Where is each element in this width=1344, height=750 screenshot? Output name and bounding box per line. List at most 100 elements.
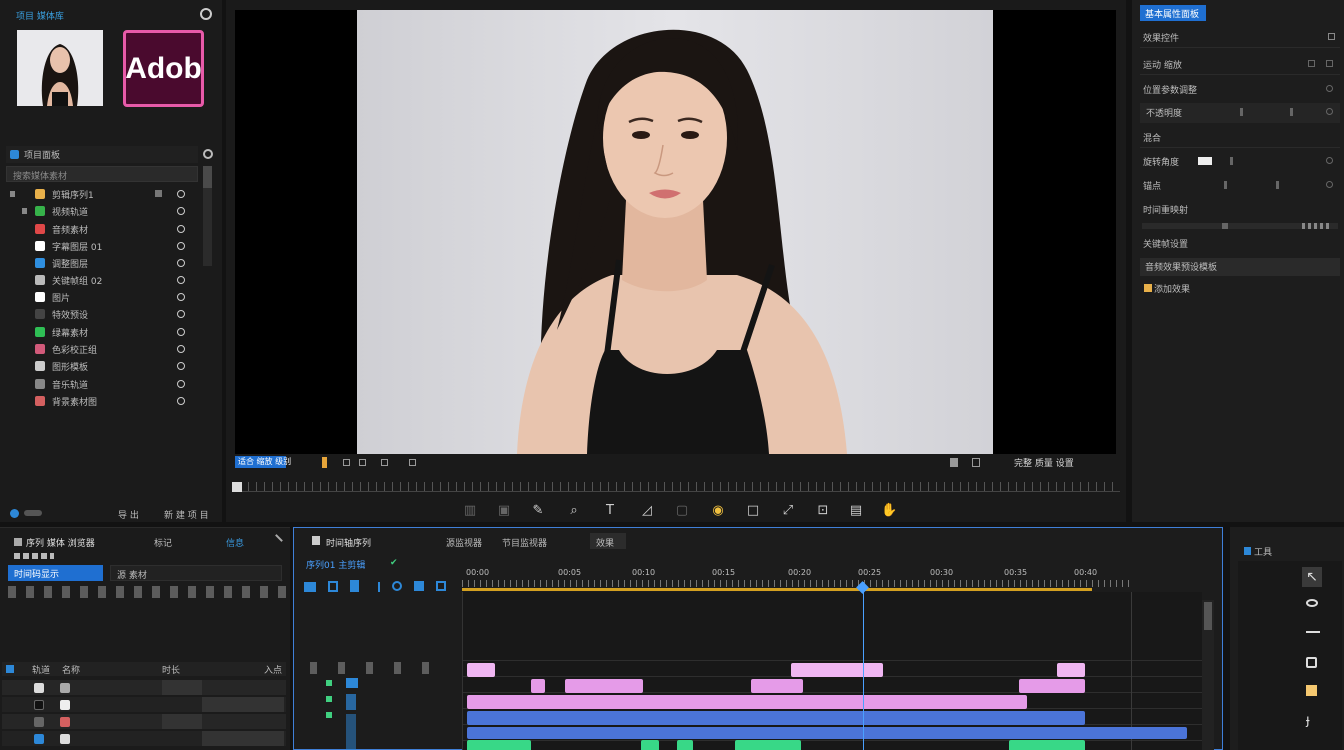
timeline-clip[interactable] [641, 740, 659, 750]
reset-icon[interactable] [1308, 60, 1315, 67]
inspector-row[interactable]: 旋转角度 [1140, 152, 1340, 172]
value-marker-icon[interactable] [1230, 157, 1233, 165]
project-item[interactable]: 色彩校正组 [0, 341, 200, 358]
visibility-icon[interactable] [177, 259, 185, 267]
timeline-clip[interactable] [735, 740, 801, 750]
export-button[interactable]: 导 出 [118, 508, 139, 521]
captions-icon[interactable] [392, 581, 402, 591]
panel-close-icon[interactable] [270, 534, 283, 547]
bin-settings-icon[interactable] [203, 149, 213, 159]
razor-tool-icon[interactable] [1306, 631, 1320, 633]
pen-icon[interactable]: ✎ [530, 503, 546, 519]
inspector-row[interactable]: 混合 [1140, 128, 1340, 148]
type-tool-icon[interactable]: ɟ [1306, 713, 1310, 728]
column-header[interactable]: 名称 [62, 663, 80, 676]
project-item[interactable]: 绿幕素材 [0, 324, 200, 341]
track-lock-icon[interactable] [346, 678, 358, 688]
value-marker-icon[interactable] [1290, 108, 1293, 116]
tab-info[interactable]: 信息 [226, 536, 244, 549]
hand-icon[interactable]: ✋ [881, 503, 897, 519]
visibility-icon[interactable] [177, 362, 185, 370]
selection-tool-icon[interactable]: ↖ [1302, 567, 1322, 587]
visibility-icon[interactable] [177, 345, 185, 353]
timeline-scrollbar[interactable] [1202, 600, 1214, 750]
timeline-clip[interactable] [677, 740, 693, 750]
pen-tool-icon[interactable] [1306, 685, 1317, 696]
project-item[interactable]: 关键帧组 02 [0, 272, 200, 289]
visibility-icon[interactable] [177, 310, 185, 318]
time-ruler[interactable]: 00:00 00:05 00:10 00:15 00:20 00:25 00:3… [462, 566, 1130, 592]
rotation-value-field[interactable] [1198, 157, 1212, 165]
sequence-name[interactable]: 序列01 主剪辑 [306, 558, 365, 571]
time-remap-slider[interactable] [1142, 223, 1338, 229]
work-area-bar[interactable] [462, 588, 1092, 591]
track-row[interactable] [2, 731, 286, 746]
timeline-clip[interactable] [1019, 679, 1085, 693]
project-item[interactable]: 图片 [0, 289, 200, 306]
project-item[interactable]: 调整图层 [0, 255, 200, 272]
visibility-icon[interactable] [177, 225, 185, 233]
timeline-clip[interactable] [531, 679, 545, 693]
track-lock-icon[interactable] [346, 694, 356, 710]
extract-icon[interactable]: ▣ [496, 503, 512, 519]
panel-menu-icon[interactable] [200, 8, 212, 20]
timeline-clip[interactable] [467, 727, 1187, 739]
playback-quality[interactable]: 完整 质量 设置 [1014, 456, 1074, 469]
add-effect-row[interactable]: 添加效果 [1140, 280, 1340, 298]
inspector-row[interactable]: 音频效果预设模板 [1140, 258, 1340, 276]
expand-icon[interactable] [10, 191, 15, 197]
ripple-tool-icon[interactable] [1306, 599, 1318, 607]
inspector-row[interactable]: 不透明度 [1140, 103, 1340, 123]
track-toggle-icon[interactable] [326, 696, 332, 702]
marker-icon[interactable] [322, 457, 327, 468]
timeline-clip[interactable] [565, 679, 643, 693]
inspector-row[interactable]: 效果控件 [1140, 28, 1340, 48]
scrub-playhead[interactable] [232, 482, 242, 492]
project-item[interactable]: 音频素材 [0, 221, 200, 238]
mask-icon[interactable]: ◉ [710, 503, 726, 519]
settings-icon[interactable]: ▤ [848, 503, 864, 519]
timeline-clip[interactable] [751, 679, 803, 693]
timeline-display-icon[interactable] [436, 581, 446, 591]
timeline-clip[interactable] [791, 663, 883, 677]
value-marker-icon[interactable] [1276, 181, 1279, 189]
audio-icon[interactable] [414, 581, 424, 591]
fit-icon[interactable] [972, 458, 980, 467]
project-item[interactable]: 字幕图层 01 [0, 238, 200, 255]
lift-icon[interactable]: ▥ [462, 503, 478, 519]
viewer-frame[interactable] [235, 10, 1116, 454]
snap-icon[interactable] [304, 582, 316, 592]
expand-icon[interactable] [22, 208, 27, 214]
add-marker-icon[interactable] [350, 580, 359, 592]
viewer-scrub-bar[interactable] [232, 482, 1120, 492]
settings-wrench-icon[interactable] [372, 582, 380, 592]
track-area[interactable] [462, 582, 1203, 750]
project-item[interactable]: 剪辑序列1 [0, 186, 200, 203]
collapse-icon[interactable] [1328, 33, 1335, 40]
track-lock-icon[interactable] [346, 714, 356, 750]
visibility-icon[interactable] [177, 293, 185, 301]
tab-markers[interactable]: 标记 [154, 536, 172, 549]
zoom-slider[interactable] [24, 510, 42, 516]
keyframe-toggle-icon[interactable] [1326, 157, 1333, 164]
export-frame-icon[interactable]: ⊡ [815, 503, 831, 519]
visibility-icon[interactable] [177, 190, 185, 198]
go-to-in-icon[interactable] [381, 459, 388, 466]
timeline-clip[interactable] [467, 663, 495, 677]
thumbnail-portrait[interactable] [17, 30, 103, 106]
visibility-icon[interactable] [177, 380, 185, 388]
inspector-row[interactable]: 运动 缩放 [1140, 55, 1340, 75]
slip-tool-icon[interactable] [1306, 657, 1317, 668]
value-marker-icon[interactable] [1224, 181, 1227, 189]
project-item[interactable]: 音乐轨道 [0, 376, 200, 393]
project-item[interactable]: 背景素材图 [0, 393, 200, 410]
keyframe-toggle-icon[interactable] [1326, 108, 1333, 115]
track-row[interactable] [2, 697, 286, 712]
visibility-icon[interactable] [177, 242, 185, 250]
timeline-clip[interactable] [467, 740, 531, 750]
tab-program-monitor[interactable]: 节目监视器 [502, 536, 547, 549]
wrench-icon[interactable] [950, 458, 958, 467]
transform-icon[interactable]: ⤢ [780, 503, 796, 519]
thumbnail-adobe-logo[interactable]: Adob [123, 30, 204, 107]
timeline-clip[interactable] [1009, 740, 1085, 750]
